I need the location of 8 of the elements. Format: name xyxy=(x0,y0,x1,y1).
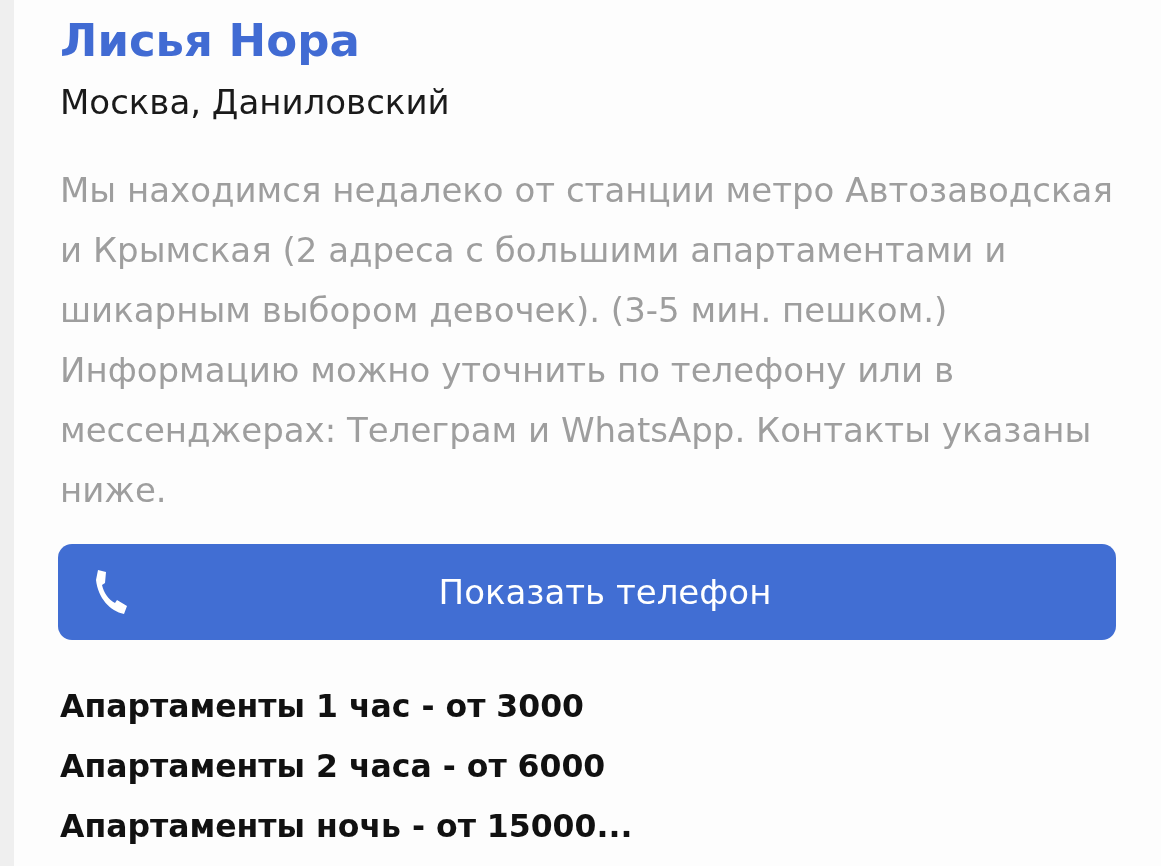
description-text: Мы находимся недалеко от станции метро Автозаводская и Крымская (2 адреса с большими апартаментами и шикарным выбором девочек). (3-5 мин. пешком.) Информацию можно уточнить по телефону или в мессенджерах: Телеграм и WhatsApp. Контакты указаны ниже. xyxy=(60,169,1114,512)
listing-title: Лисья Нора xyxy=(60,14,360,68)
price-line: Апартаменты ночь - от 15000... xyxy=(60,807,633,846)
price-line: Апартаменты 2 часа - от 6000 xyxy=(60,747,606,786)
phone-icon xyxy=(94,568,130,616)
price-line: Апартаменты 1 час - от 3000 xyxy=(60,687,585,726)
location-text: Москва, Даниловский xyxy=(60,82,450,122)
show-phone-button[interactable]: Показать телефон xyxy=(58,544,1116,640)
